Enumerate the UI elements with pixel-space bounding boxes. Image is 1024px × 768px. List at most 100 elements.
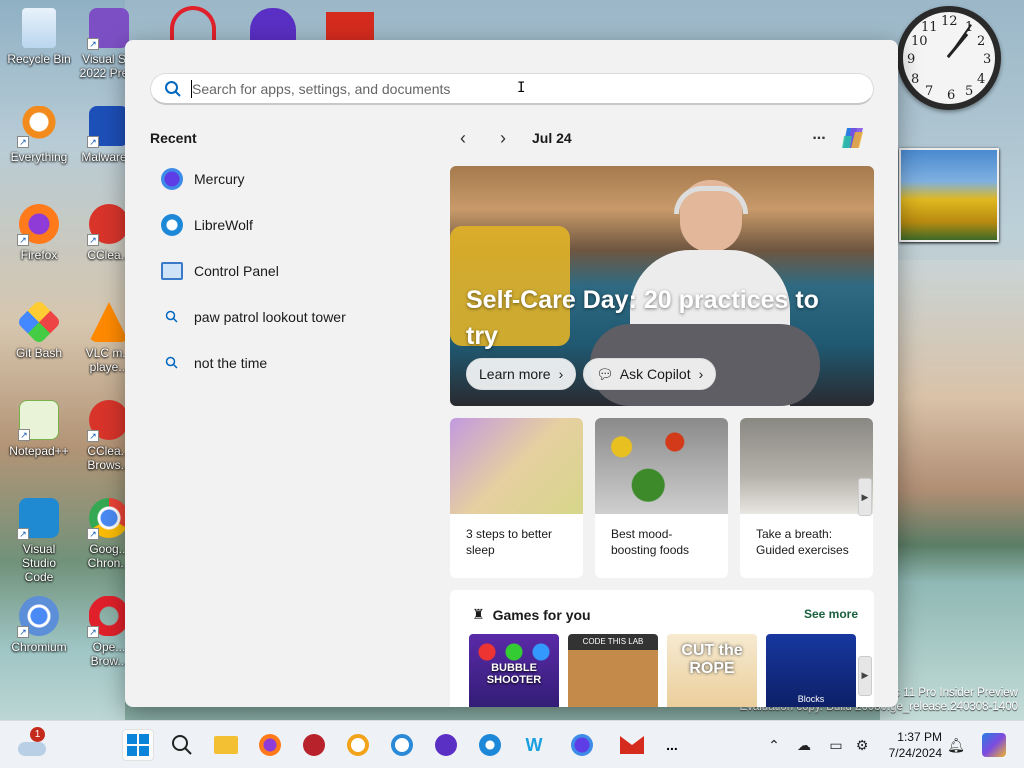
weather-widget[interactable]: 1 (16, 727, 48, 761)
taskbar-mercury[interactable] (566, 729, 598, 761)
search-box[interactable] (150, 73, 874, 105)
game-tile-bubble-shooter[interactable]: BUBBLE SHOOTER (469, 634, 559, 707)
recycle-bin-icon (22, 8, 56, 48)
vlc-icon (89, 302, 129, 342)
article-card-breath[interactable]: Take a breath: Guided exercises (740, 418, 873, 578)
chrome-icon: ↗ (87, 498, 129, 540)
chat-bubble-icon: 💬︎ (596, 365, 614, 382)
chevron-right-icon: › (558, 366, 564, 382)
article-card-sleep[interactable]: 3 steps to better sleep (450, 418, 583, 578)
chromium-icon: ↗ (17, 596, 59, 638)
game-tile-name: Blocks (797, 694, 825, 704)
ask-copilot-button[interactable]: 💬︎ Ask Copilot › (583, 358, 717, 390)
clock-gadget: 12 3 6 9 1 2 4 5 7 8 10 11 (897, 6, 1001, 130)
scroll-right-arrow[interactable]: ▶ (858, 478, 872, 516)
games-title: Games for you (492, 606, 591, 623)
desktop-icon-chromium[interactable]: ↗ Chromium (6, 596, 72, 654)
game-tile-cut-the-rope[interactable]: CUT the ROPE (667, 634, 757, 707)
firefox-icon: ↗ (17, 204, 59, 246)
chevron-left-icon[interactable]: ‹ (450, 125, 476, 151)
desktop-icon-label: Visual Studio Code (21, 542, 57, 584)
recent-item-label: Control Panel (194, 263, 279, 279)
taskbar-search-button[interactable] (166, 729, 198, 761)
chevron-up-icon[interactable]: ⌃ (764, 735, 784, 755)
taskbar-firefox[interactable] (254, 729, 286, 761)
clock-time: 1:37 PM (897, 730, 942, 744)
opera-icon: ↗ (87, 596, 129, 638)
desktop-icon-firefox[interactable]: ↗ Firefox (6, 204, 72, 262)
cloud-icon (18, 742, 46, 756)
recent-item-mercury[interactable]: Mercury (150, 156, 420, 202)
copilot-icon[interactable] (838, 122, 870, 154)
foods-image (595, 418, 728, 514)
desktop-icon-everything[interactable]: ↗ Everything (6, 106, 72, 164)
taskbar-brave-like[interactable] (342, 729, 374, 761)
chess-piece-icon: ♜ (472, 606, 485, 622)
cloud-offline-icon[interactable]: ☁ (794, 735, 814, 755)
proton-desktop-icon[interactable] (250, 8, 296, 40)
ask-copilot-label: Ask Copilot (619, 366, 691, 382)
start-button[interactable] (122, 729, 154, 761)
recent-list: Mercury LibreWolf Control Panel paw patr… (150, 156, 420, 386)
desktop-icon-label: Notepad++ (9, 444, 69, 458)
recent-item-search-paw-patrol[interactable]: paw patrol lookout tower (150, 294, 420, 340)
game-tile-name: CUT the ROPE (681, 642, 743, 677)
article-card-foods[interactable]: Best mood-boosting foods (595, 418, 728, 578)
desktop-icon-recycle-bin[interactable]: Recycle Bin (6, 8, 72, 66)
more-options-button[interactable]: ... (805, 124, 833, 150)
network-icon[interactable]: ⚙ (852, 735, 872, 755)
opera-gx-desktop-icon[interactable] (170, 6, 216, 40)
taskbar-proton[interactable] (430, 729, 462, 761)
ibeam-cursor-icon: I (517, 80, 526, 96)
taskbar-w-app[interactable]: W (518, 729, 550, 761)
ccleaner-browser-icon: ↗ (87, 400, 129, 442)
proton-icon (435, 734, 457, 756)
sleep-image (450, 418, 583, 514)
desktop-icon-label: Chromium (11, 640, 67, 654)
recent-item-label: LibreWolf (194, 217, 253, 233)
search-icon (165, 80, 181, 97)
games-scroll-right-arrow[interactable]: ▶ (858, 656, 872, 696)
git-bash-icon (16, 299, 62, 345)
recent-item-librewolf[interactable]: LibreWolf (150, 202, 420, 248)
recent-item-label: not the time (194, 355, 268, 371)
taskbar-file-explorer[interactable] (210, 729, 242, 761)
taskbar-mail-app[interactable] (616, 729, 648, 761)
see-more-link[interactable]: See more (804, 607, 858, 621)
hero-title: Self-Care Day: 20 practices to try (466, 286, 819, 350)
recent-item-search-not-the-time[interactable]: not the time (150, 340, 420, 386)
desktop-icon-notepadpp[interactable]: ↗ Notepad++ (6, 400, 72, 458)
search-icon (160, 305, 184, 329)
control-panel-icon (160, 259, 184, 283)
librewolf-icon (479, 734, 501, 756)
taskbar-app-red[interactable] (298, 729, 330, 761)
breath-image (740, 418, 873, 514)
taskbar-more-button[interactable]: ... (656, 729, 688, 761)
highlights-nav: ‹ › Jul 24 ... (450, 124, 874, 152)
game-tile-blocks[interactable]: Blocks (766, 634, 856, 707)
desktop-icon-label: Everything (10, 150, 68, 164)
taskbar-browser-blue[interactable] (386, 729, 418, 761)
taskbar: 1 W ... ⌃ ☁ ▭ ⚙ 1:37 PM 7/24/2024 🔔︎ (0, 720, 1024, 768)
desktop-icon-git-bash[interactable]: Git Bash (6, 299, 72, 360)
notification-badge: 1 (30, 727, 45, 742)
desktop-icon-vscode[interactable]: ↗ Visual Studio Code (6, 498, 72, 584)
notepadpp-icon: ↗ (18, 400, 59, 441)
highlights-date: Jul 24 (532, 130, 572, 146)
game-tile-chess[interactable]: CODE THIS LAB (568, 634, 658, 707)
taskbar-librewolf[interactable] (474, 729, 506, 761)
gmail-red-desktop-icon[interactable] (326, 12, 374, 40)
recent-item-control-panel[interactable]: Control Panel (150, 248, 420, 294)
visual-studio-icon: ↗ (87, 8, 129, 50)
clock[interactable]: 1:37 PM 7/24/2024 (884, 729, 942, 761)
hero-card[interactable]: Self-Care Day: 20 practices to try Learn… (450, 166, 874, 406)
search-input[interactable] (192, 80, 792, 97)
vscode-icon: ↗ (17, 498, 59, 540)
browser-orange-icon (347, 734, 369, 756)
chevron-right-icon[interactable]: › (490, 125, 516, 151)
learn-more-button[interactable]: Learn more › (466, 358, 577, 390)
bell-icon[interactable]: 🔔︎ (946, 735, 966, 755)
copilot-pre-icon[interactable] (982, 733, 1006, 757)
article-card-title: 3 steps to better sleep (466, 527, 553, 557)
display-icon[interactable]: ▭ (826, 735, 846, 755)
